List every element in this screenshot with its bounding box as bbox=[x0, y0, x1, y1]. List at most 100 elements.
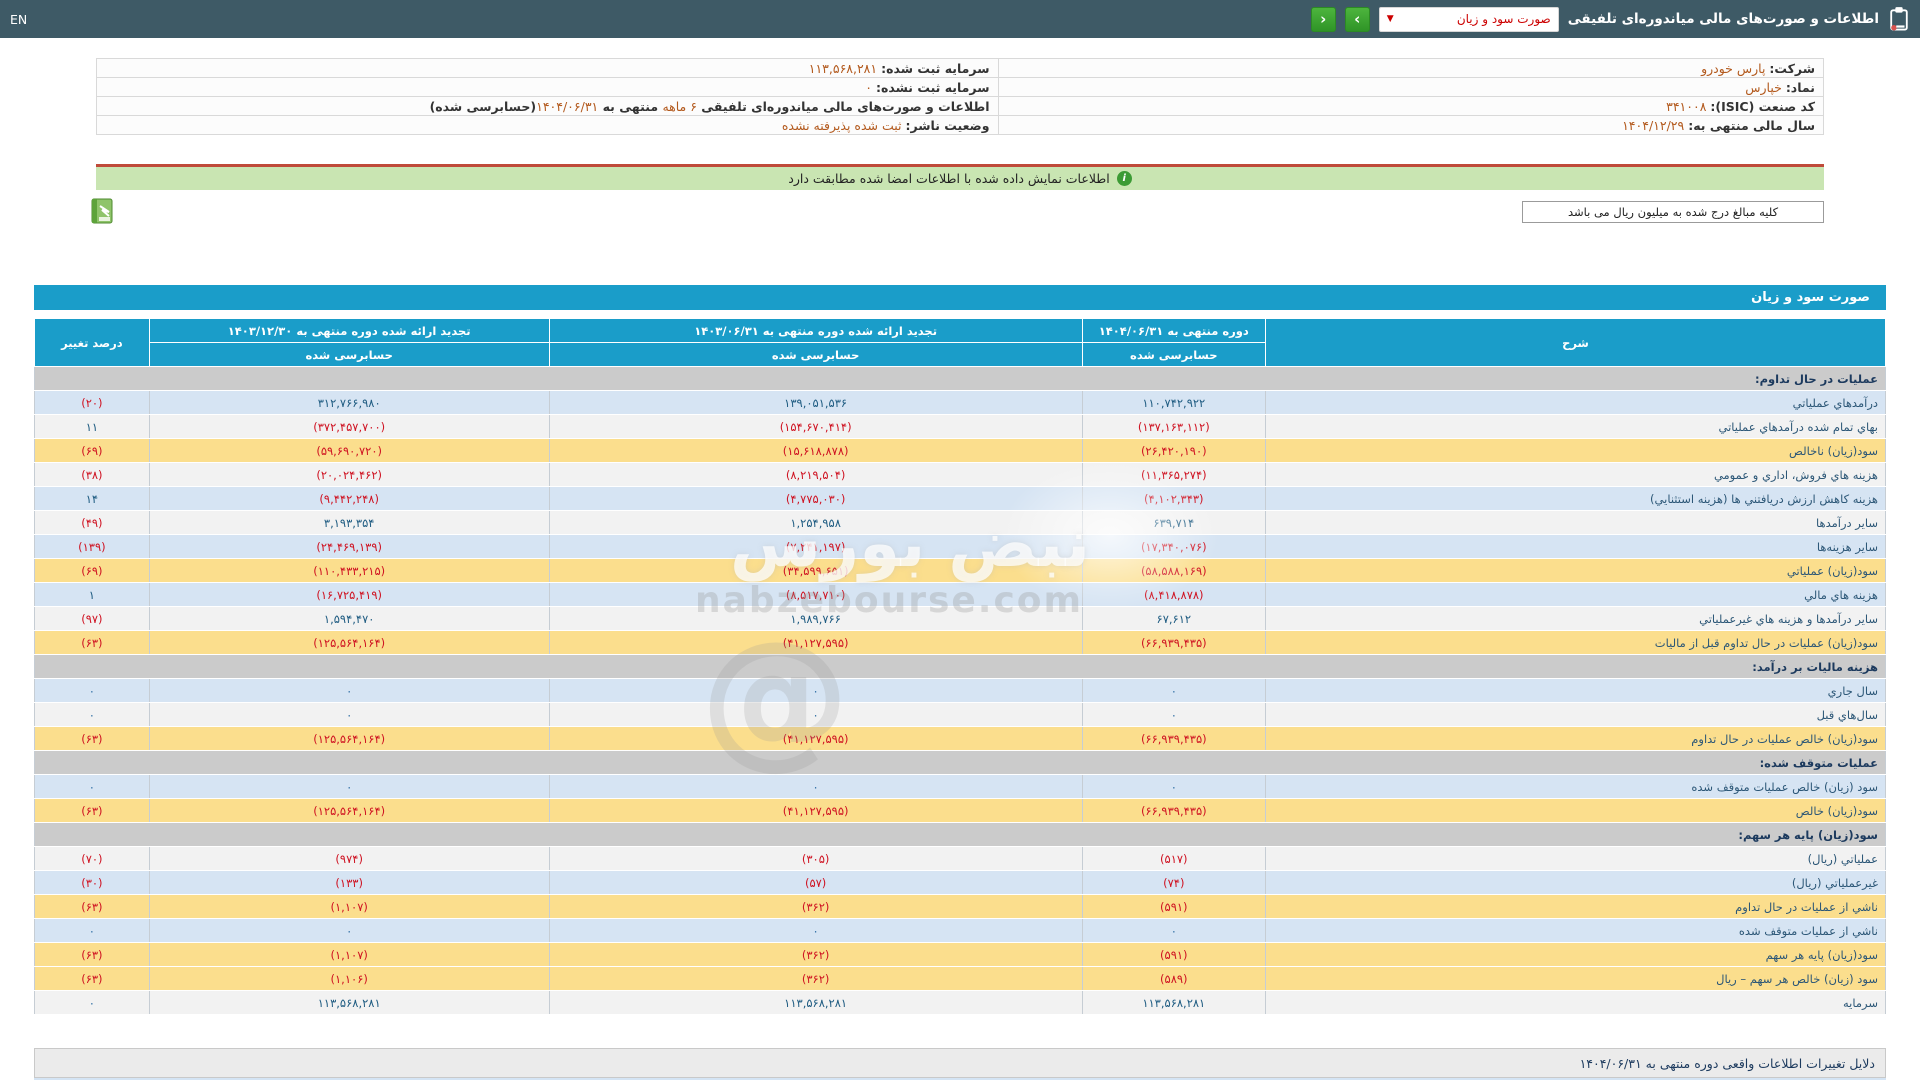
cell-value-current: (۲۶,۴۲۰,۱۹۰) bbox=[1081, 438, 1266, 463]
signature-match-text: اطلاعات نمایش داده شده با اطلاعات امضا ش… bbox=[788, 171, 1110, 186]
cell-value-restated-mid: (۳۶۲) bbox=[548, 966, 1083, 991]
cell-pct-change: (۴۹) bbox=[34, 510, 150, 535]
row-label: بهاي تمام شده درآمدهاي عملياتي bbox=[1264, 414, 1887, 439]
row-label: سود(زيان) خالص عمليات در حال تداوم bbox=[1264, 726, 1887, 751]
cell-value-current: (۵۹۱) bbox=[1081, 942, 1266, 967]
cell-value-current: (۷۴) bbox=[1081, 870, 1266, 895]
table-body: عملیات در حال تداوم: درآمدهاي عملياتي ۱۱۰,… bbox=[34, 366, 1887, 1015]
statement-type-dropdown[interactable]: صورت سود و زیان ▼ bbox=[1378, 6, 1559, 32]
section-header-row: عملیات در حال تداوم: bbox=[34, 366, 1886, 391]
info-icon: i bbox=[1116, 171, 1132, 186]
cell-value-restated-year: (۲۰,۰۲۴,۴۶۲) bbox=[148, 462, 550, 487]
cell-value-restated-mid: (۳۶۲) bbox=[548, 894, 1083, 919]
cell-value-restated-mid: (۴۱,۱۲۷,۵۹۵) bbox=[548, 726, 1083, 751]
cell-value-restated-year: ۰ bbox=[148, 678, 550, 703]
cell-value-restated-year: ۰ bbox=[148, 774, 550, 799]
info-label: نماد: bbox=[1785, 79, 1815, 95]
cell-value-restated-year: (۱۲۵,۵۶۴,۱۶۴) bbox=[148, 726, 550, 751]
info-value: ۰ bbox=[865, 79, 876, 95]
table-row: سود(زيان) خالص (۶۶,۹۳۹,۴۳۵) (۴۱,۱۲۷,۵۹۵) (۱… bbox=[34, 798, 1887, 823]
cell-value-restated-year: (۱,۱۰۶) bbox=[148, 966, 550, 991]
row-label: سرمايه bbox=[1264, 990, 1887, 1015]
excel-export-icon[interactable] bbox=[88, 197, 116, 225]
table-row: سود(زيان) عملياتي (۵۸,۵۸۸,۱۶۹) (۳۴,۵۹۹,۶۵۱… bbox=[34, 558, 1887, 583]
cell-value-restated-mid: (۴۱,۱۲۷,۵۹۵) bbox=[548, 630, 1083, 655]
cell-value-restated-mid: (۱۵۴,۶۷۰,۴۱۴) bbox=[548, 414, 1083, 439]
cell-value-restated-mid: ۰ bbox=[548, 678, 1083, 703]
next-statement-button[interactable]: › bbox=[1344, 6, 1370, 32]
currency-note: کلیه مبالغ درج شده به میلیون ریال می باش… bbox=[1522, 201, 1824, 223]
row-label: هزينه هاي مالي bbox=[1264, 582, 1887, 607]
section-header-row: سود(زيان) پايه هر سهم: bbox=[34, 822, 1886, 847]
cell-value-restated-year: (۵۹,۶۹۰,۷۲۰) bbox=[148, 438, 550, 463]
report-clipboard-icon[interactable] bbox=[1888, 6, 1910, 32]
profit-loss-statement: صورت سود و زیان شرح دوره منتهی به ۱۴۰۴/۰… bbox=[34, 285, 1887, 1015]
row-label: عملياتي (ريال) bbox=[1264, 846, 1887, 871]
cell-value-current: ۶۳۹,۷۱۴ bbox=[1081, 510, 1266, 535]
company-info-cell: سرمایه ثبت نشده: ۰ bbox=[96, 77, 999, 97]
cell-value-current: (۱۷,۳۴۰,۰۷۶) bbox=[1081, 534, 1266, 559]
cell-value-current: ۱۱۰,۷۴۲,۹۲۲ bbox=[1081, 390, 1266, 415]
cell-pct-change: (۶۳) bbox=[34, 726, 150, 751]
cell-value-restated-year: (۱۶,۷۲۵,۴۱۹) bbox=[148, 582, 550, 607]
info-value: ۶ ماهه bbox=[662, 98, 697, 114]
cell-value-current: ۱۱۳,۵۶۸,۲۸۱ bbox=[1081, 990, 1266, 1015]
company-info-cell: شرکت: پارس خودرو bbox=[997, 58, 1824, 78]
cell-value-restated-year: (۱۳۳) bbox=[148, 870, 550, 895]
cell-value-restated-year: (۲۴,۴۶۹,۱۳۹) bbox=[148, 534, 550, 559]
cell-value-restated-mid: ۱۱۳,۵۶۸,۲۸۱ bbox=[548, 990, 1083, 1015]
cell-value-restated-mid: (۸,۵۱۷,۷۱۰) bbox=[548, 582, 1083, 607]
company-info-table: شرکت: پارس خودرو سرمایه ثبت شده: ۱۱۳,۵۶۸,… bbox=[96, 58, 1824, 135]
page-title: اطلاعات و صورت‌های مالی میاندوره‌ای تلفی… bbox=[1567, 11, 1879, 27]
statement-type-selected-value: صورت سود و زیان bbox=[1456, 12, 1551, 26]
cell-value-current: (۶۶,۹۳۹,۴۳۵) bbox=[1081, 798, 1266, 823]
cell-pct-change: (۶۳) bbox=[34, 894, 150, 919]
cell-pct-change: ۰ bbox=[34, 774, 150, 799]
cell-pct-change: (۶۳) bbox=[34, 630, 150, 655]
cell-value-current: (۶۶,۹۳۹,۴۳۵) bbox=[1081, 726, 1266, 751]
chevron-down-icon: ▼ bbox=[1386, 14, 1394, 24]
cell-pct-change: ۱۴ bbox=[34, 486, 150, 511]
cell-value-restated-year: (۱,۱۰۷) bbox=[148, 942, 550, 967]
info-label: اطلاعات و صورت‌های مالی میاندوره‌ای تلفی… bbox=[696, 98, 990, 114]
cell-value-restated-mid: (۴۱,۱۲۷,۵۹۵) bbox=[548, 798, 1083, 823]
cell-value-current: (۱۳۷,۱۶۳,۱۱۲) bbox=[1081, 414, 1266, 439]
row-label: غيرعملياتي (ريال) bbox=[1264, 870, 1887, 895]
previous-statement-button[interactable]: ‹ bbox=[1310, 6, 1336, 32]
company-info-cell: سال مالی منتهی به: ۱۴۰۴/۱۲/۲۹ bbox=[997, 115, 1824, 135]
table-row: سال‌هاي قبل ۰ ۰ ۰ ۰ bbox=[34, 702, 1887, 727]
cell-pct-change: (۹۷) bbox=[34, 606, 150, 631]
cell-pct-change: (۶۳) bbox=[34, 942, 150, 967]
table-row: ساير هزينه‌ها (۱۷,۳۴۰,۰۷۶) (۷,۲۴۱,۱۹۷) (۲۴,… bbox=[34, 534, 1887, 559]
cell-pct-change: (۶۹) bbox=[34, 558, 150, 583]
cell-value-restated-mid: (۴,۷۷۵,۰۳۰) bbox=[548, 486, 1083, 511]
cell-value-restated-year: (۳۷۲,۴۵۷,۷۰۰) bbox=[148, 414, 550, 439]
cell-value-restated-year: (۹۷۴) bbox=[148, 846, 550, 871]
table-row: ناشي از عمليات در حال تداوم (۵۹۱) (۳۶۲) (۱,… bbox=[34, 894, 1887, 919]
cell-value-current: (۵۸۹) bbox=[1081, 966, 1266, 991]
cell-value-current: (۵۹۱) bbox=[1081, 894, 1266, 919]
section-header-label: عملیات در حال تداوم: bbox=[34, 366, 1886, 391]
language-toggle-en[interactable]: EN bbox=[10, 12, 27, 27]
table-row: سود (زيان) خالص هر سهم – ريال (۵۸۹) (۳۶۲)(… bbox=[34, 966, 1887, 991]
cell-value-restated-mid: (۳۰۵) bbox=[548, 846, 1083, 871]
statement-title-bar: صورت سود و زیان bbox=[34, 285, 1886, 310]
restatement-reasons-bar: دلایل تغییرات اطلاعات واقعی دوره منتهی ب… bbox=[34, 1048, 1886, 1078]
cell-pct-change: ۱۱ bbox=[34, 414, 150, 439]
cell-value-restated-mid: (۸,۲۱۹,۵۰۴) bbox=[548, 462, 1083, 487]
info-value: ۳۴۱۰۰۸ bbox=[1666, 98, 1711, 114]
cell-value-restated-mid: ۱,۲۵۴,۹۵۸ bbox=[548, 510, 1083, 535]
table-row: سود (زيان) خالص عمليات متوقف شده ۰ ۰ ۰ ۰ bbox=[34, 774, 1887, 799]
info-label: سال مالی منتهی به: bbox=[1688, 117, 1815, 133]
header-period-restated-year: تجدید ارائه شده دوره منتهی به ۱۴۰۳/۱۲/۳۰ bbox=[148, 318, 550, 343]
cell-value-restated-year: (۱,۱۰۷) bbox=[148, 894, 550, 919]
cell-value-restated-year: (۱۱۰,۴۳۳,۲۱۵) bbox=[148, 558, 550, 583]
cell-value-restated-year: ۱۱۳,۵۶۸,۲۸۱ bbox=[148, 990, 550, 1015]
row-label: ساير درآمدها bbox=[1264, 510, 1887, 535]
info-value: ۱۱۳,۵۶۸,۲۸۱ bbox=[808, 60, 882, 76]
info-value: ثبت شده پذیرفته نشده bbox=[781, 117, 906, 133]
table-row: هزينه هاي فروش، اداري و عمومي (۱۱,۳۶۵,۲۷۴… bbox=[34, 462, 1887, 487]
company-info-cell: وضعیت ناشر: ثبت شده پذیرفته نشده bbox=[96, 115, 999, 135]
company-info-row: شرکت: پارس خودرو سرمایه ثبت شده: ۱۱۳,۵۶۸,… bbox=[96, 58, 1824, 78]
table-row: هزينه هاي مالي (۸,۴۱۸,۸۷۸) (۸,۵۱۷,۷۱۰) (۱۶,… bbox=[34, 582, 1887, 607]
